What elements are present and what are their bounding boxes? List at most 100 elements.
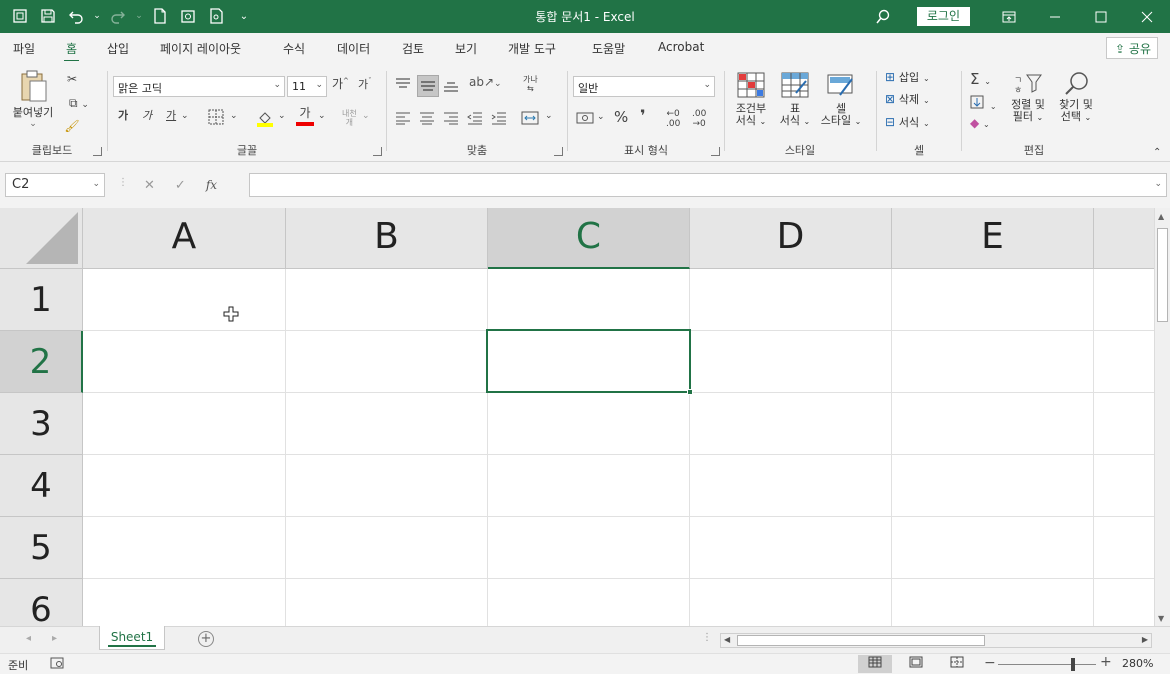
align-bottom-icon[interactable] <box>443 77 459 97</box>
font-color-button[interactable]: 가 <box>296 106 314 126</box>
autosave-icon[interactable] <box>8 4 32 28</box>
customize-qat-icon[interactable]: ⌄ <box>232 4 256 28</box>
cell-next6[interactable] <box>1094 579 1154 626</box>
active-cell-c2[interactable] <box>486 329 691 393</box>
cell-a4[interactable] <box>83 455 286 517</box>
align-middle-button[interactable] <box>417 75 439 97</box>
cell-b2[interactable] <box>286 331 488 393</box>
cell-styles-button[interactable]: 셀 스타일 ⌄ <box>815 71 867 128</box>
fill-icon[interactable]: ⌄ <box>970 95 997 113</box>
tab-review[interactable]: 검토 <box>402 40 424 57</box>
align-right-icon[interactable] <box>443 111 459 129</box>
vertical-scrollbar[interactable]: ▲ ▼ <box>1154 208 1170 626</box>
redo-icon[interactable] <box>106 4 130 28</box>
phonetic-guide-icon[interactable]: 내천 개 <box>342 109 357 127</box>
undo-icon[interactable] <box>64 4 88 28</box>
cell-a2[interactable] <box>83 331 286 393</box>
cell-d3[interactable] <box>690 393 892 455</box>
zoom-in-icon[interactable]: + <box>1100 654 1112 670</box>
row-header-5[interactable]: 5 <box>0 517 83 579</box>
maximize-icon[interactable] <box>1078 0 1124 33</box>
worksheet-grid[interactable]: A B C D E 1 2 3 4 5 6 <box>0 208 1154 626</box>
insert-function-icon[interactable]: fx <box>206 178 217 192</box>
scroll-up-icon[interactable]: ▲ <box>1158 212 1164 221</box>
macro-record-icon[interactable] <box>50 657 64 672</box>
font-launcher-icon[interactable] <box>373 147 382 156</box>
tab-split-handle-icon[interactable]: ⋮ <box>702 632 713 643</box>
cell-next5[interactable] <box>1094 517 1154 579</box>
cell-e6[interactable] <box>892 579 1094 626</box>
new-file-icon[interactable] <box>148 4 172 28</box>
conditional-formatting-button[interactable]: 조건부 서식 ⌄ <box>729 71 773 128</box>
increase-indent-icon[interactable] <box>491 111 507 129</box>
cell-e5[interactable] <box>892 517 1094 579</box>
cell-b1[interactable] <box>286 269 488 331</box>
page-layout-view-icon[interactable] <box>899 655 933 673</box>
cell-c3[interactable] <box>488 393 690 455</box>
column-header-a[interactable]: A <box>83 208 286 269</box>
chevron-down-icon[interactable]: ⌄ <box>230 111 238 121</box>
tab-insert[interactable]: 삽입 <box>107 40 129 57</box>
horizontal-scroll-thumb[interactable] <box>737 635 985 646</box>
cell-a6[interactable] <box>83 579 286 626</box>
italic-button[interactable]: 가 <box>142 109 152 123</box>
minimize-icon[interactable] <box>1032 0 1078 33</box>
login-button[interactable]: 로그인 <box>916 7 970 26</box>
chevron-down-icon[interactable]: ⌄ <box>318 111 326 121</box>
cell-b5[interactable] <box>286 517 488 579</box>
underline-button[interactable]: 가 <box>166 109 176 123</box>
borders-icon[interactable] <box>208 109 224 129</box>
cell-b3[interactable] <box>286 393 488 455</box>
cell-next2[interactable] <box>1094 331 1154 393</box>
tab-help[interactable]: 도움말 <box>592 40 625 57</box>
cell-c5[interactable] <box>488 517 690 579</box>
decrease-indent-icon[interactable] <box>467 111 483 129</box>
accounting-format-icon[interactable] <box>576 111 594 129</box>
row-header-1[interactable]: 1 <box>0 269 83 331</box>
cell-a3[interactable] <box>83 393 286 455</box>
cell-d1[interactable] <box>690 269 892 331</box>
row-header-4[interactable]: 4 <box>0 455 83 517</box>
font-size-dropdown[interactable]: 11 ⌄ <box>287 76 327 97</box>
select-all-button[interactable] <box>0 208 83 269</box>
sheet-tab-sheet1[interactable]: Sheet1 <box>99 626 165 650</box>
chevron-down-icon[interactable]: ⌄ <box>545 111 553 121</box>
tab-file[interactable]: 파일 <box>13 40 35 57</box>
tab-acrobat[interactable]: Acrobat <box>658 40 704 54</box>
tab-page-layout[interactable]: 페이지 레이아웃 <box>160 40 241 57</box>
undo-dropdown-icon[interactable]: ⌄ <box>92 4 102 28</box>
format-painter-icon[interactable]: 🖌 <box>62 119 82 134</box>
clear-icon[interactable]: ◆ ⌄ <box>970 116 990 131</box>
decrease-decimal-icon[interactable]: .00 →0 <box>692 109 706 130</box>
tab-home[interactable]: 홈 <box>63 40 80 63</box>
chevron-down-icon[interactable]: ⌄ <box>597 112 605 122</box>
collapse-ribbon-icon[interactable]: ⌃ <box>1153 147 1161 159</box>
increase-decimal-icon[interactable]: ←0.00 <box>666 109 680 130</box>
insert-cells-button[interactable]: ⊞ 삽입 ⌄ <box>885 70 955 85</box>
comma-style-button[interactable]: ❜ <box>640 106 646 125</box>
fill-color-icon[interactable] <box>256 109 274 131</box>
normal-view-icon[interactable] <box>858 655 892 673</box>
cut-icon[interactable]: ✂ <box>62 72 82 87</box>
tab-data[interactable]: 데이터 <box>337 40 370 57</box>
confirm-entry-icon[interactable]: ✓ <box>175 178 186 193</box>
font-name-dropdown[interactable]: 맑은 고딕 ⌄ <box>113 76 285 97</box>
scroll-down-icon[interactable]: ▼ <box>1158 614 1164 623</box>
search-icon[interactable] <box>863 0 903 33</box>
cell-c4[interactable] <box>488 455 690 517</box>
cell-next4[interactable] <box>1094 455 1154 517</box>
align-top-icon[interactable] <box>395 77 411 97</box>
add-sheet-icon[interactable]: + <box>198 631 214 647</box>
cell-next3[interactable] <box>1094 393 1154 455</box>
previous-sheet-icon[interactable]: ◂ <box>26 633 31 644</box>
find-select-button[interactable]: 찾기 및 선택 ⌄ <box>1052 71 1100 124</box>
cell-c6[interactable] <box>488 579 690 626</box>
grow-font-button[interactable]: 가^ <box>332 77 349 92</box>
cell-b6[interactable] <box>286 579 488 626</box>
cell-e2[interactable] <box>892 331 1094 393</box>
print-preview-icon[interactable] <box>204 4 228 28</box>
cell-d6[interactable] <box>690 579 892 626</box>
zoom-out-icon[interactable]: − <box>984 655 996 671</box>
open-icon[interactable] <box>176 4 200 28</box>
save-icon[interactable] <box>36 4 60 28</box>
